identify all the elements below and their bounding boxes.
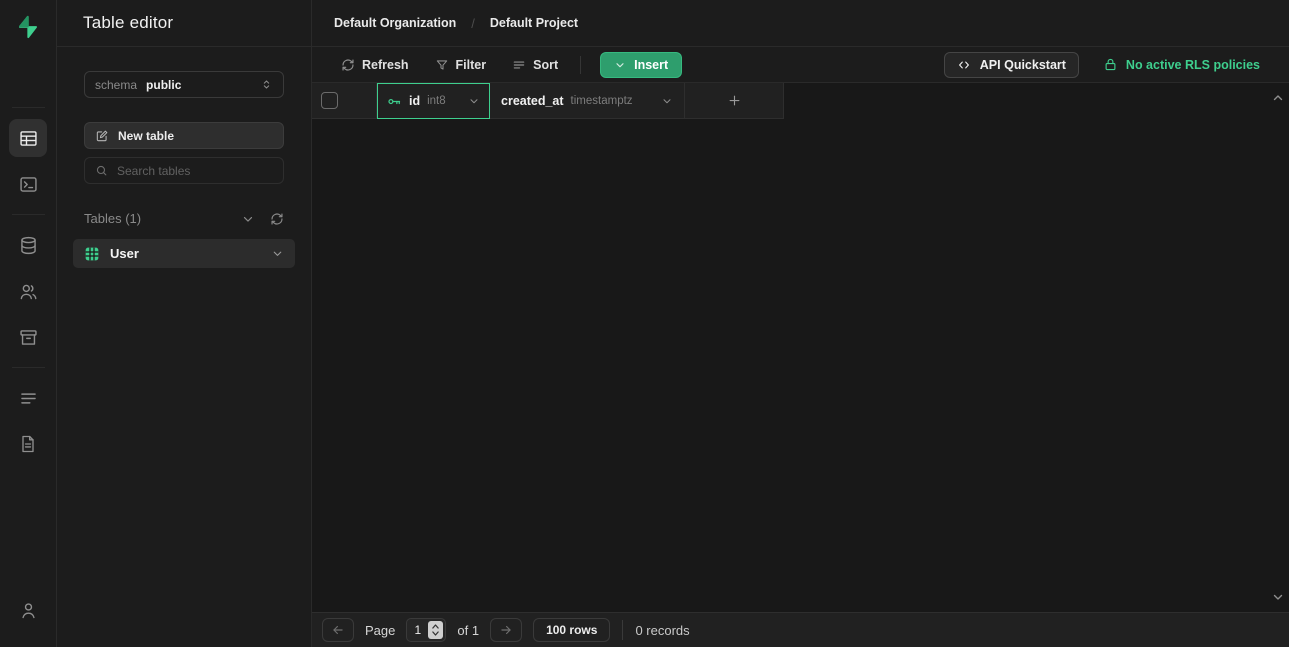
chevron-down-icon[interactable] <box>241 212 255 226</box>
column-header-created-at[interactable]: created_at timestamptz <box>490 83 685 119</box>
nav-home[interactable] <box>9 58 47 96</box>
breadcrumb: Default Organization / Default Project <box>312 0 1289 47</box>
refresh-icon <box>341 58 355 72</box>
page-number-field <box>406 618 446 642</box>
grid-toolbar: Refresh Filter Sort Insert <box>312 47 1289 83</box>
nav-table-editor[interactable] <box>9 119 47 157</box>
table-green-icon <box>84 246 100 262</box>
next-page-button[interactable] <box>490 618 522 642</box>
toolbar-divider <box>580 56 581 74</box>
refresh-label: Refresh <box>362 58 409 72</box>
tables-header-label: Tables (1) <box>84 211 141 226</box>
plus-icon <box>727 93 742 108</box>
add-column-button[interactable] <box>685 83 784 119</box>
sort-icon <box>512 58 526 72</box>
supabase-logo-icon[interactable] <box>9 12 47 42</box>
nav-account[interactable] <box>9 591 47 629</box>
breadcrumb-separator: / <box>471 16 475 31</box>
sql-editor-icon <box>18 174 39 195</box>
docs-icon <box>18 434 38 454</box>
sort-button[interactable]: Sort <box>499 52 571 78</box>
select-all-checkbox[interactable] <box>321 92 338 109</box>
breadcrumb-project[interactable]: Default Project <box>490 16 578 30</box>
page-title: Table editor <box>57 0 311 47</box>
refresh-tables-icon[interactable] <box>270 212 284 226</box>
page-number-spinner[interactable] <box>428 621 443 639</box>
previous-page-button[interactable] <box>322 618 354 642</box>
arrow-right-icon <box>499 623 513 637</box>
rail-divider <box>12 107 45 108</box>
filter-button[interactable]: Filter <box>422 52 500 78</box>
code-icon <box>957 58 971 72</box>
user-account-icon <box>18 600 39 621</box>
nav-api-docs[interactable] <box>9 425 47 463</box>
primary-key-icon <box>387 94 402 109</box>
chevron-down-icon[interactable] <box>271 247 284 260</box>
record-count: 0 records <box>635 623 689 638</box>
schema-select[interactable]: schema public <box>84 71 284 98</box>
table-name: User <box>110 246 139 261</box>
logs-icon <box>18 388 39 409</box>
table-editor-sidebar: Table editor schema public New table Tab… <box>57 0 312 647</box>
table-editor-icon <box>18 128 39 149</box>
column-menu-icon[interactable] <box>661 95 673 107</box>
search-tables-field[interactable] <box>84 157 284 184</box>
nav-logs[interactable] <box>9 379 47 417</box>
nav-sql-editor[interactable] <box>9 165 47 203</box>
nav-rail <box>0 0 57 647</box>
nav-storage[interactable] <box>9 318 47 356</box>
insert-button[interactable]: Insert <box>600 52 682 78</box>
data-grid: id int8 created_at timestamptz <box>312 83 1289 612</box>
rail-divider <box>12 367 45 368</box>
table-list-item-user[interactable]: User <box>73 239 295 268</box>
rls-status-label: No active RLS policies <box>1126 58 1260 72</box>
footer-divider <box>622 620 623 640</box>
arrow-left-icon <box>331 623 345 637</box>
page-number-input[interactable] <box>409 623 426 637</box>
grid-header-row: id int8 created_at timestamptz <box>312 83 1289 119</box>
refresh-button[interactable]: Refresh <box>328 52 422 78</box>
schema-value: public <box>146 78 181 92</box>
breadcrumb-org[interactable]: Default Organization <box>334 16 456 30</box>
rail-divider <box>12 214 45 215</box>
column-menu-icon[interactable] <box>468 95 480 107</box>
insert-label: Insert <box>634 58 668 72</box>
filter-label: Filter <box>456 58 487 72</box>
column-type: int8 <box>427 95 446 107</box>
scroll-down-icon[interactable] <box>1271 590 1285 604</box>
nav-database[interactable] <box>9 226 47 264</box>
scroll-up-icon[interactable] <box>1271 91 1285 105</box>
new-table-label: New table <box>118 129 174 143</box>
search-icon <box>95 164 108 177</box>
search-tables-input[interactable] <box>117 164 273 178</box>
edit-icon <box>95 129 109 143</box>
auth-users-icon <box>18 281 39 302</box>
nav-auth[interactable] <box>9 272 47 310</box>
storage-icon <box>18 327 39 348</box>
api-quickstart-label: API Quickstart <box>980 58 1066 72</box>
sort-label: Sort <box>533 58 558 72</box>
chevrons-expand-icon <box>260 78 273 91</box>
rls-status-link[interactable]: No active RLS policies <box>1103 57 1260 72</box>
select-all-cell <box>312 83 377 119</box>
new-table-button[interactable]: New table <box>84 122 284 149</box>
page-label: Page <box>365 623 395 638</box>
tables-section-header: Tables (1) <box>84 211 284 226</box>
filter-icon <box>435 58 449 72</box>
grid-footer: Page of 1 100 rows 0 records <box>312 612 1289 647</box>
database-icon <box>18 235 39 256</box>
column-name: id <box>409 94 420 108</box>
column-header-id[interactable]: id int8 <box>377 83 490 119</box>
of-pages-label: of 1 <box>457 623 479 638</box>
column-type: timestamptz <box>571 95 633 107</box>
chevron-down-icon <box>614 59 626 71</box>
api-quickstart-button[interactable]: API Quickstart <box>944 52 1079 78</box>
rows-per-page-button[interactable]: 100 rows <box>533 618 610 642</box>
lock-icon <box>1103 57 1118 72</box>
main-content: Default Organization / Default Project R… <box>312 0 1289 647</box>
column-name: created_at <box>501 94 564 108</box>
schema-label: schema <box>95 78 137 92</box>
